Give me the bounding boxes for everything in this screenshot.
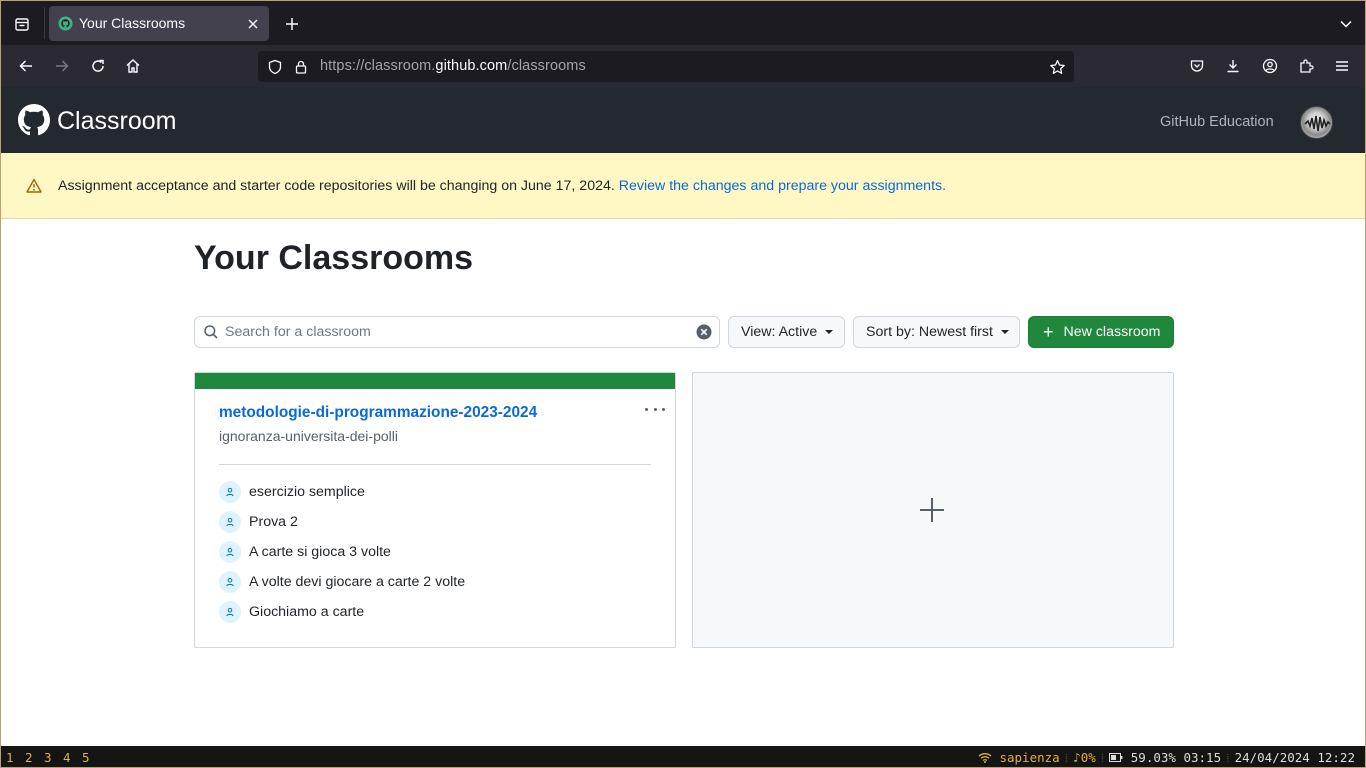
downloads-icon[interactable] (1221, 54, 1245, 78)
page-title: Your Classrooms (194, 239, 474, 277)
brand-title[interactable]: Classroom (57, 107, 176, 136)
forward-icon[interactable] (50, 54, 74, 78)
github-logo-icon[interactable] (18, 104, 50, 136)
url-path: /classrooms (507, 58, 586, 74)
date-time: 24/04/2024 12:22 (1234, 750, 1355, 765)
bookmark-star-icon[interactable] (1046, 56, 1068, 78)
back-icon[interactable] (14, 54, 38, 78)
person-icon (219, 571, 241, 593)
tab-list-icon[interactable] (9, 11, 35, 37)
classroom-card: metodologie-di-programmazione-2023-2024 … (194, 372, 676, 648)
system-status-bar: 1 2 3 4 5 sapienza ⁞ ♪0% ⁞ 59.03% 03:15 ⁞ 24/… (1, 746, 1365, 767)
new-classroom-card[interactable] (692, 372, 1174, 648)
chevron-down-icon[interactable] (1335, 13, 1357, 35)
new-classroom-button[interactable]: + New classroom (1028, 316, 1174, 348)
extensions-icon[interactable] (1294, 54, 1318, 78)
url-text[interactable]: https://classroom.github.com/classrooms (320, 58, 586, 74)
wifi-icon (978, 750, 1000, 765)
list-item[interactable]: Prova 2 (219, 507, 651, 537)
assignment-label: Giochiamo a carte (249, 604, 365, 620)
assignment-label: esercizio semplice (249, 484, 365, 500)
tab-your-classrooms[interactable]: Your Classrooms (49, 6, 269, 41)
clear-search-icon[interactable] (696, 324, 712, 340)
shield-icon[interactable] (264, 56, 286, 78)
tab-close-icon[interactable] (243, 14, 263, 34)
search-box (194, 316, 720, 348)
workspace-2[interactable]: 2 (25, 750, 33, 765)
review-changes-link[interactable]: Review the changes and prepare your assi… (619, 178, 946, 194)
caret-down-icon (1000, 330, 1009, 334)
classroom-name-link[interactable]: metodologie-di-programmazione-2023-2024 (219, 404, 537, 422)
menu-icon[interactable] (1330, 54, 1354, 78)
navigation-toolbar: https://classroom.github.com/classrooms (1, 45, 1365, 87)
avatar[interactable] (1300, 106, 1333, 139)
workspace-4[interactable]: 4 (63, 750, 71, 765)
url-domain: github.com (435, 58, 508, 74)
pocket-icon[interactable] (1185, 54, 1209, 78)
person-icon (219, 511, 241, 533)
new-tab-icon[interactable] (281, 13, 303, 35)
account-icon[interactable] (1258, 54, 1282, 78)
battery-icon (1109, 750, 1131, 765)
workspace-5[interactable]: 5 (82, 750, 90, 765)
assignment-label: A carte si gioca 3 volte (249, 544, 391, 560)
assignment-label: A volte devi giocare a carte 2 volte (249, 574, 466, 590)
list-item[interactable]: A carte si gioca 3 volte (219, 537, 651, 567)
workspace-3[interactable]: 3 (44, 750, 52, 765)
warning-banner: Assignment acceptance and starter code r… (1, 153, 1365, 219)
view-filter-button[interactable]: View: Active (728, 316, 845, 348)
github-education-link[interactable]: GitHub Education (1160, 114, 1274, 130)
sort-button[interactable]: Sort by: Newest first (853, 316, 1020, 348)
url-bar[interactable]: https://classroom.github.com/classrooms (258, 51, 1074, 82)
search-icon (204, 325, 218, 339)
view-filter-label: View: Active (741, 324, 818, 340)
url-prefix: https://classroom. (320, 58, 436, 74)
person-icon (219, 541, 241, 563)
tab-separator (44, 7, 45, 39)
plus-icon: + (1043, 322, 1054, 342)
workspace-1[interactable]: 1 (6, 750, 14, 765)
kebab-menu-icon[interactable] (645, 402, 665, 416)
banner-message: Assignment acceptance and starter code r… (58, 178, 946, 194)
assignment-label: Prova 2 (249, 514, 298, 530)
banner-text: Assignment acceptance and starter code r… (58, 178, 619, 194)
plus-icon (920, 498, 944, 522)
tab-strip: Your Classrooms (1, 1, 1365, 45)
battery-status: 59.03% 03:15 (1130, 750, 1222, 765)
assignment-list: esercizio semplice Prova 2 A carte si gi… (219, 477, 651, 627)
search-input[interactable] (225, 318, 685, 346)
reload-icon[interactable] (86, 54, 110, 78)
list-item[interactable]: Giochiamo a carte (219, 597, 651, 627)
home-icon[interactable] (121, 54, 145, 78)
list-item[interactable]: esercizio semplice (219, 477, 651, 507)
volume-icon: ♪ (1073, 750, 1081, 765)
list-item[interactable]: A volte devi giocare a carte 2 volte (219, 567, 651, 597)
caret-down-icon (825, 330, 834, 334)
sort-label: Sort by: Newest first (866, 324, 993, 340)
volume-level: 0% (1080, 750, 1096, 765)
card-accent-bar (195, 373, 675, 389)
lock-icon[interactable] (290, 56, 312, 78)
classroom-org: ignoranza-universita-dei-polli (219, 428, 398, 444)
wifi-network: sapienza (999, 750, 1060, 765)
tab-title: Your Classrooms (79, 15, 186, 31)
divider (219, 464, 651, 465)
person-icon (219, 481, 241, 503)
status-indicators: sapienza ⁞ ♪0% ⁞ 59.03% 03:15 ⁞ 24/04/2024 12… (978, 750, 1355, 766)
site-header: Classroom GitHub Education (1, 87, 1365, 153)
person-icon (219, 601, 241, 623)
github-favicon-icon (58, 16, 73, 31)
new-classroom-label: New classroom (1063, 324, 1161, 340)
alert-icon (26, 178, 42, 193)
browser-window: Your Classrooms https://classroom.github… (0, 0, 1366, 768)
